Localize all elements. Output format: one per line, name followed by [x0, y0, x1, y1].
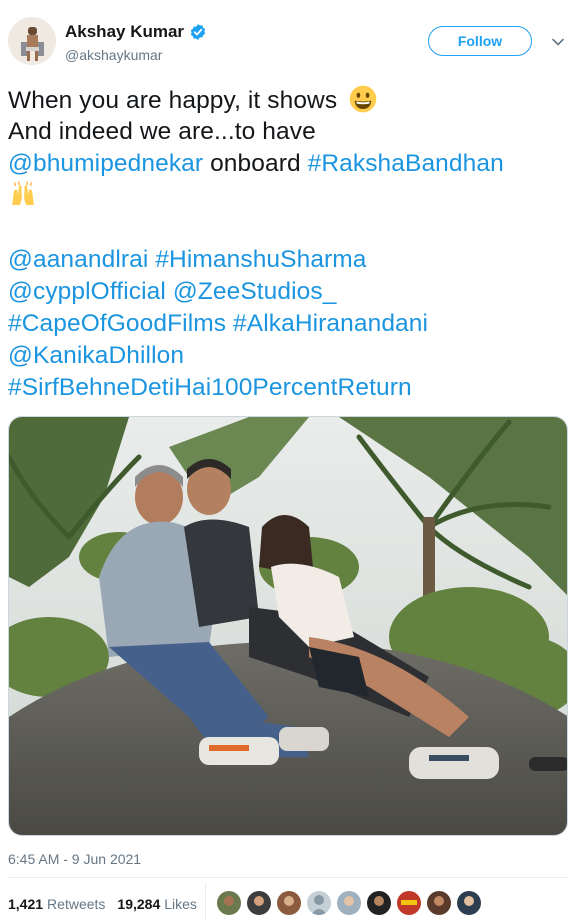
- liker-avatars: [216, 890, 486, 916]
- likes-count[interactable]: 19,284: [117, 896, 160, 912]
- author-avatar[interactable]: [8, 17, 56, 65]
- stats-separator: [205, 884, 206, 920]
- likes-label[interactable]: Likes: [164, 896, 197, 912]
- mention-aanandlrai[interactable]: @aanandlrai: [8, 246, 148, 273]
- tweet-stats: 1,421 Retweets 19,284 Likes: [8, 887, 197, 921]
- tweet-timestamp[interactable]: 6:45 AM - 9 Jun 2021: [8, 851, 141, 867]
- liker-avatar[interactable]: [246, 890, 272, 916]
- hashtag-rakshabandhan[interactable]: #RakshaBandhan: [308, 150, 504, 177]
- tweet-body: When you are happy, it shows And indeed …: [8, 84, 568, 404]
- tweet-line-1: When you are happy, it shows: [8, 87, 345, 114]
- author-name-row[interactable]: Akshay Kumar: [65, 22, 207, 42]
- hashtag-capeofgoodfilms[interactable]: #CapeOfGoodFilms: [8, 310, 226, 337]
- mention-cypplofficial[interactable]: @cypplOfficial: [8, 278, 166, 305]
- raising-hands-icon: [12, 181, 34, 205]
- liker-avatar[interactable]: [216, 890, 242, 916]
- liker-avatar[interactable]: [426, 890, 452, 916]
- author-handle[interactable]: @akshaykumar: [65, 47, 162, 63]
- retweets-label[interactable]: Retweets: [47, 896, 105, 912]
- mention-kanikadhillon[interactable]: @KanikaDhillon: [8, 342, 184, 369]
- liker-avatar[interactable]: [306, 890, 332, 916]
- liker-avatar[interactable]: [366, 890, 392, 916]
- photo-illustration: [9, 417, 567, 835]
- retweets-count[interactable]: 1,421: [8, 896, 43, 912]
- liker-avatar[interactable]: [336, 890, 362, 916]
- divider-top: [8, 877, 568, 878]
- follow-button[interactable]: Follow: [428, 26, 532, 56]
- verified-badge-icon: [190, 24, 206, 40]
- grinning-face-icon: [349, 85, 377, 113]
- tweet-text-onboard: onboard: [203, 150, 308, 177]
- liker-avatar[interactable]: [396, 890, 422, 916]
- mention-zeestudios[interactable]: @ZeeStudios_: [173, 278, 337, 305]
- liker-avatar[interactable]: [276, 890, 302, 916]
- tweet-line-2: And indeed we are...to have: [8, 118, 316, 145]
- mention-bhumipednekar[interactable]: @bhumipednekar: [8, 150, 203, 177]
- chevron-down-icon[interactable]: [550, 34, 566, 50]
- author-display-name[interactable]: Akshay Kumar: [65, 22, 184, 42]
- hashtag-sirfbehnedetihai[interactable]: #SirfBehneDetiHai100PercentReturn: [8, 374, 412, 401]
- liker-avatar[interactable]: [456, 890, 482, 916]
- tweet-photo[interactable]: [8, 416, 568, 836]
- tweet-header: Akshay Kumar @akshaykumar Follow: [0, 0, 576, 80]
- hashtag-alkahiranandani[interactable]: #AlkaHiranandani: [233, 310, 428, 337]
- hashtag-himanshusharma[interactable]: #HimanshuSharma: [155, 246, 366, 273]
